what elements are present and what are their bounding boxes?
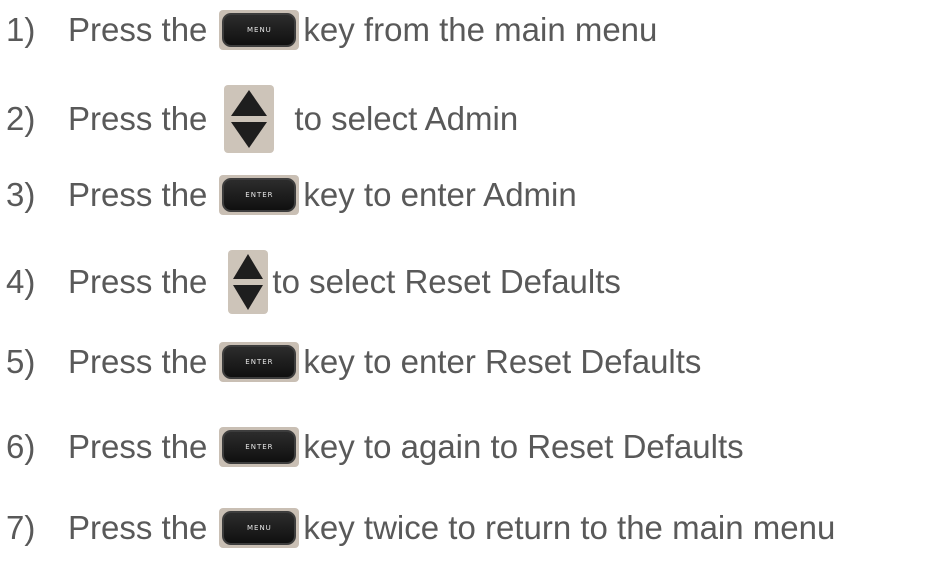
instruction-step: 2) Press the to select Admin	[6, 83, 518, 155]
step-number: 1)	[6, 11, 36, 48]
step-text: to select Reset Defaults	[272, 263, 621, 300]
step-number: 6)	[6, 428, 36, 465]
instruction-step: 7) Press the MENU key twice to return to…	[6, 505, 835, 551]
instruction-step: 5) Press the ENTER key to enter Reset De…	[6, 339, 701, 385]
menu-key-icon: MENU	[219, 10, 300, 50]
step-prefix: Press the	[68, 509, 208, 546]
step-prefix: Press the	[68, 100, 208, 137]
step-number: 5)	[6, 343, 36, 380]
menu-key-icon: MENU	[219, 508, 300, 548]
step-prefix: Press the	[68, 11, 208, 48]
up-down-arrow-key-icon	[224, 85, 275, 153]
step-number: 4)	[6, 263, 36, 300]
enter-key-icon: ENTER	[219, 342, 300, 382]
enter-key-icon: ENTER	[219, 175, 300, 215]
step-text: key twice to return to the main menu	[303, 509, 836, 546]
instruction-step: 1) Press the MENU key from the main menu	[6, 7, 657, 53]
step-number: 7)	[6, 509, 36, 546]
enter-key-label: ENTER	[222, 345, 297, 379]
up-down-arrow-key-icon	[228, 250, 269, 314]
step-text: key to enter Admin	[303, 176, 577, 213]
enter-key-icon: ENTER	[219, 427, 300, 467]
step-prefix: Press the	[68, 428, 208, 465]
step-text: to select Admin	[294, 100, 519, 137]
step-prefix: Press the	[68, 176, 208, 213]
enter-key-label: ENTER	[222, 430, 297, 464]
instruction-step: 4) Press the to select Reset Defaults	[6, 250, 621, 314]
step-prefix: Press the	[68, 343, 208, 380]
step-number: 2)	[6, 100, 36, 137]
step-prefix: Press the	[68, 263, 208, 300]
enter-key-label: ENTER	[222, 178, 297, 212]
menu-key-label: MENU	[222, 13, 297, 47]
menu-key-label: MENU	[222, 511, 297, 545]
instruction-step: 3) Press the ENTER key to enter Admin	[6, 172, 577, 218]
step-text: key to enter Reset Defaults	[303, 343, 702, 380]
step-text: key to again to Reset Defaults	[303, 428, 744, 465]
instruction-step: 6) Press the ENTER key to again to Reset…	[6, 424, 744, 470]
step-number: 3)	[6, 176, 36, 213]
step-text: key from the main menu	[303, 11, 658, 48]
